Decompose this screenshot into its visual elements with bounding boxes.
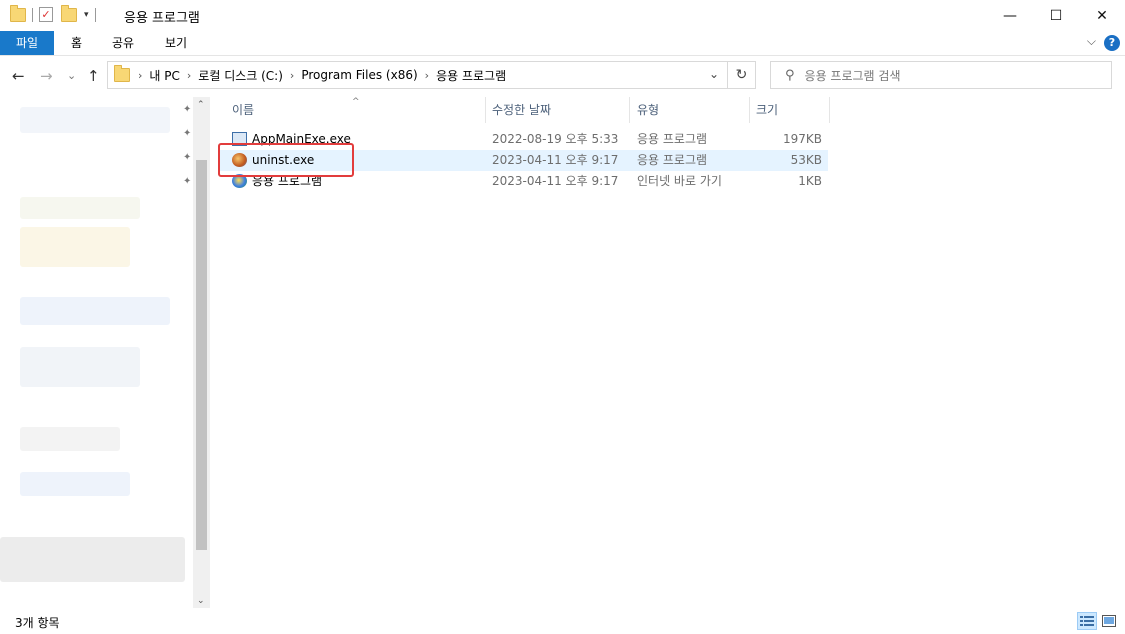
navigation-bar: ← → ⌄ ↑ › 내 PC › 로컬 디스크 (C:) › Program F… bbox=[0, 57, 1125, 95]
minimize-button[interactable]: — bbox=[987, 0, 1033, 31]
column-divider[interactable] bbox=[749, 97, 750, 123]
breadcrumb-program-files[interactable]: Program Files (x86) bbox=[301, 68, 417, 82]
help-icon[interactable]: ? bbox=[1104, 35, 1120, 51]
file-size: 1KB bbox=[798, 174, 822, 188]
column-header-size[interactable]: 크기 bbox=[756, 97, 778, 123]
navigation-pane[interactable]: ✦ ✦ ✦ ✦ bbox=[0, 97, 210, 608]
refresh-button[interactable]: ↻ bbox=[727, 62, 755, 88]
file-modified: 2023-04-11 오후 9:17 bbox=[492, 174, 619, 188]
up-button[interactable]: ↑ bbox=[87, 67, 100, 85]
status-bar: 3개 항목 bbox=[0, 608, 1125, 634]
breadcrumb-local-disk[interactable]: 로컬 디스크 (C:) bbox=[198, 67, 283, 84]
pin-icon: ✦ bbox=[183, 128, 192, 139]
tab-home[interactable]: 홈 bbox=[57, 31, 96, 55]
column-divider[interactable] bbox=[829, 97, 830, 123]
tab-view[interactable]: 보기 bbox=[151, 31, 201, 55]
column-header-modified[interactable]: 수정한 날짜 bbox=[492, 97, 551, 123]
scroll-down-icon[interactable]: ⌄ bbox=[197, 596, 205, 606]
nav-item-blurred[interactable] bbox=[20, 297, 170, 325]
sort-ascending-icon: ^ bbox=[352, 97, 360, 107]
large-icons-view-icon[interactable] bbox=[1099, 612, 1119, 630]
nav-item-blurred[interactable] bbox=[20, 427, 120, 451]
customize-toolbar-icon[interactable]: ▾ bbox=[84, 10, 89, 20]
forward-button[interactable]: → bbox=[40, 67, 53, 85]
ribbon-tabs: 파일 홈 공유 보기 ⌵ ? bbox=[0, 31, 1125, 56]
breadcrumb-current-folder[interactable]: 응용 프로그램 bbox=[436, 67, 506, 84]
column-divider[interactable] bbox=[485, 97, 486, 123]
column-header-name[interactable]: 이름 bbox=[232, 97, 254, 123]
folder-icon bbox=[114, 65, 130, 82]
pin-icon: ✦ bbox=[183, 176, 192, 187]
search-input[interactable]: 응용 프로그램 검색 bbox=[805, 67, 901, 84]
nav-item-blurred[interactable] bbox=[20, 107, 170, 133]
title-bar: ✓ ▾ 응용 프로그램 — ☐ ✕ bbox=[0, 0, 1125, 31]
column-header-type[interactable]: 유형 bbox=[637, 97, 659, 123]
recent-locations-button[interactable]: ⌄ bbox=[67, 69, 76, 82]
divider bbox=[32, 7, 33, 22]
divider bbox=[94, 7, 96, 22]
close-button[interactable]: ✕ bbox=[1079, 0, 1125, 31]
nav-item-blurred[interactable] bbox=[20, 472, 130, 496]
item-count: 3개 항목 bbox=[15, 616, 60, 630]
tab-file[interactable]: 파일 bbox=[0, 31, 55, 55]
pin-icon: ✦ bbox=[183, 152, 192, 163]
window-title: 응용 프로그램 bbox=[124, 11, 200, 26]
nav-item-blurred[interactable] bbox=[20, 197, 140, 219]
search-icon: ⚲ bbox=[785, 67, 795, 83]
expand-ribbon-icon[interactable]: ⌵ bbox=[1087, 34, 1096, 49]
file-modified: 2023-04-11 오후 9:17 bbox=[492, 153, 619, 167]
file-size: 53KB bbox=[790, 153, 822, 167]
nav-item-selected-blurred[interactable] bbox=[0, 537, 185, 582]
new-folder-icon[interactable] bbox=[61, 4, 77, 22]
nav-item-blurred[interactable] bbox=[20, 347, 140, 387]
details-view-icon[interactable] bbox=[1077, 612, 1097, 630]
search-box[interactable]: ⚲ 응용 프로그램 검색 bbox=[770, 61, 1112, 89]
quick-access-toolbar: ✓ ▾ bbox=[10, 4, 102, 22]
column-divider[interactable] bbox=[629, 97, 630, 123]
file-type: 응용 프로그램 bbox=[637, 153, 708, 167]
folder-icon bbox=[10, 4, 26, 22]
highlight-box bbox=[218, 143, 354, 177]
maximize-button[interactable]: ☐ bbox=[1033, 0, 1079, 31]
file-type: 인터넷 바로 가기 bbox=[637, 174, 722, 188]
address-dropdown-icon[interactable]: ⌄ bbox=[709, 67, 719, 81]
file-modified: 2022-08-19 오후 5:33 bbox=[492, 132, 619, 146]
breadcrumb-chevron-icon[interactable]: › bbox=[187, 69, 191, 82]
tab-share[interactable]: 공유 bbox=[98, 31, 148, 55]
breadcrumb-chevron-icon[interactable]: › bbox=[138, 69, 142, 82]
properties-icon[interactable]: ✓ bbox=[39, 7, 53, 22]
nav-scrollbar-thumb[interactable] bbox=[196, 160, 207, 550]
back-button[interactable]: ← bbox=[12, 67, 25, 85]
nav-item-blurred[interactable] bbox=[20, 227, 130, 267]
breadcrumb-chevron-icon[interactable]: › bbox=[425, 69, 429, 82]
file-size: 197KB bbox=[782, 132, 822, 146]
pin-icon: ✦ bbox=[183, 104, 192, 115]
breadcrumb-this-pc[interactable]: 내 PC bbox=[149, 67, 179, 84]
breadcrumb-chevron-icon[interactable]: › bbox=[290, 69, 294, 82]
file-type: 응용 프로그램 bbox=[637, 132, 708, 146]
scroll-up-icon[interactable]: ⌃ bbox=[197, 100, 205, 110]
address-bar[interactable]: › 내 PC › 로컬 디스크 (C:) › Program Files (x8… bbox=[107, 61, 756, 89]
